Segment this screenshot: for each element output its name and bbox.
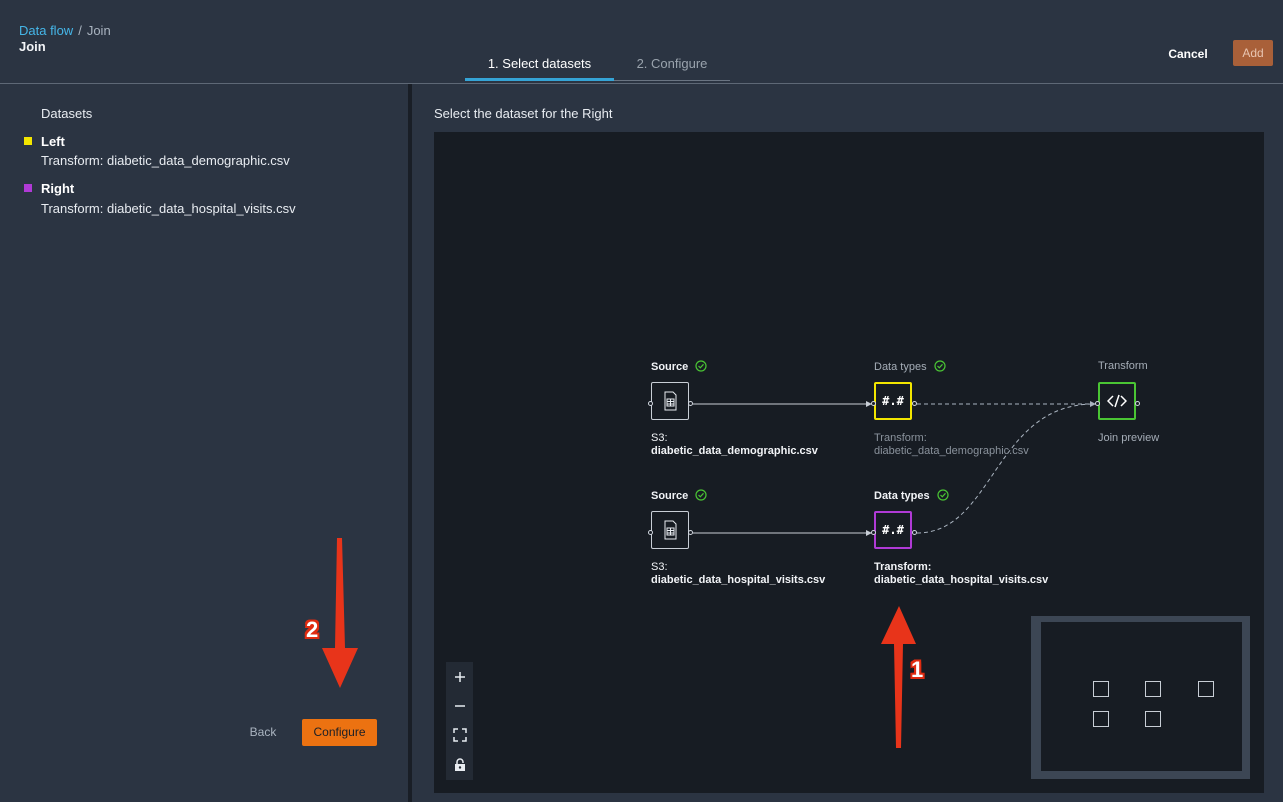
tab-underline [614,80,730,81]
tab-configure[interactable]: 2. Configure [614,56,730,71]
right-dataset-name: Right [41,181,75,196]
lock-icon[interactable] [446,750,473,779]
minimap-node [1145,681,1161,697]
source-2-label: Source [651,489,707,502]
source-2-node[interactable] [651,511,689,549]
datasets-heading: Datasets [41,106,93,121]
transform-input-port[interactable] [1095,401,1100,406]
minimap-node [1093,681,1109,697]
annotation-arrow-down-icon [322,538,358,688]
check-circle-icon [937,489,949,501]
transform-node[interactable] [1098,382,1136,420]
configure-button[interactable]: Configure [302,719,377,746]
minimap-node [1093,711,1109,727]
canvas-instruction: Select the dataset for the Right [434,106,613,121]
datatypes-2-node[interactable]: #.# [874,511,912,549]
transform-caption: Join preview [1098,432,1160,444]
minimap-node [1198,681,1214,697]
code-icon [1107,394,1127,408]
datatypes-1-node[interactable]: #.# [874,382,912,420]
cancel-button[interactable]: Cancel [1163,44,1213,64]
file-table-icon [664,520,677,540]
source-1-caption: S3: diabetic_data_demographic.csv [651,432,818,457]
check-circle-icon [695,489,707,501]
source-2-output-port[interactable] [688,530,693,535]
minimap-node [1145,711,1161,727]
fit-view-icon[interactable] [446,720,473,749]
left-dataset-swatch [24,137,32,145]
active-tab-indicator [465,78,614,81]
source-1-label: Source [651,360,707,373]
minimap-viewport [1041,622,1242,771]
datatypes-1-input-port[interactable] [871,401,876,406]
check-circle-icon [695,360,707,372]
source-1-node[interactable] [651,382,689,420]
zoom-controls [446,662,473,780]
source-2-caption: S3: diabetic_data_hospital_visits.csv [651,561,826,586]
breadcrumb-separator: / [78,23,82,38]
source-2-input-port[interactable] [648,530,653,535]
panel-divider[interactable] [408,84,412,802]
back-button[interactable]: Back [238,719,288,746]
source-1-input-port[interactable] [648,401,653,406]
flow-canvas[interactable]: Source S3: diabetic_data_demographic.csv… [434,132,1264,793]
datatypes-1-output-port[interactable] [912,401,917,406]
datatypes-1-label: Data types [874,360,946,373]
transform-label: Transform [1098,360,1148,372]
file-table-icon [664,391,677,411]
right-dataset-swatch [24,184,32,192]
datatypes-2-caption: Transform: diabetic_data_hospital_visits… [874,561,1049,586]
zoom-in-icon[interactable] [446,662,473,691]
breadcrumb: Data flow / Join [19,23,111,38]
datatypes-2-input-port[interactable] [871,530,876,535]
right-dataset-detail: Transform: diabetic_data_hospital_visits… [41,201,296,216]
add-button[interactable]: Add [1233,40,1273,66]
transform-output-port[interactable] [1135,401,1140,406]
left-dataset-detail: Transform: diabetic_data_demographic.csv [41,153,290,168]
tab-select-datasets[interactable]: 1. Select datasets [465,56,614,71]
annotation-number-1: 1 [911,657,924,682]
left-dataset-name: Left [41,134,65,149]
annotation-number-2: 2 [306,617,319,642]
minimap[interactable] [1031,616,1250,779]
datatypes-2-output-port[interactable] [912,530,917,535]
breadcrumb-current: Join [86,23,111,38]
data-types-symbol: #.# [882,394,904,408]
page-title: Join [19,39,46,54]
breadcrumb-data-flow-link[interactable]: Data flow [19,23,73,38]
datatypes-2-label: Data types [874,489,949,502]
data-types-symbol: #.# [882,523,904,537]
datatypes-1-caption: Transform: diabetic_data_demographic.csv [874,432,1029,457]
zoom-out-icon[interactable] [446,691,473,720]
source-1-output-port[interactable] [688,401,693,406]
header-divider [0,83,1283,84]
check-circle-icon [934,360,946,372]
